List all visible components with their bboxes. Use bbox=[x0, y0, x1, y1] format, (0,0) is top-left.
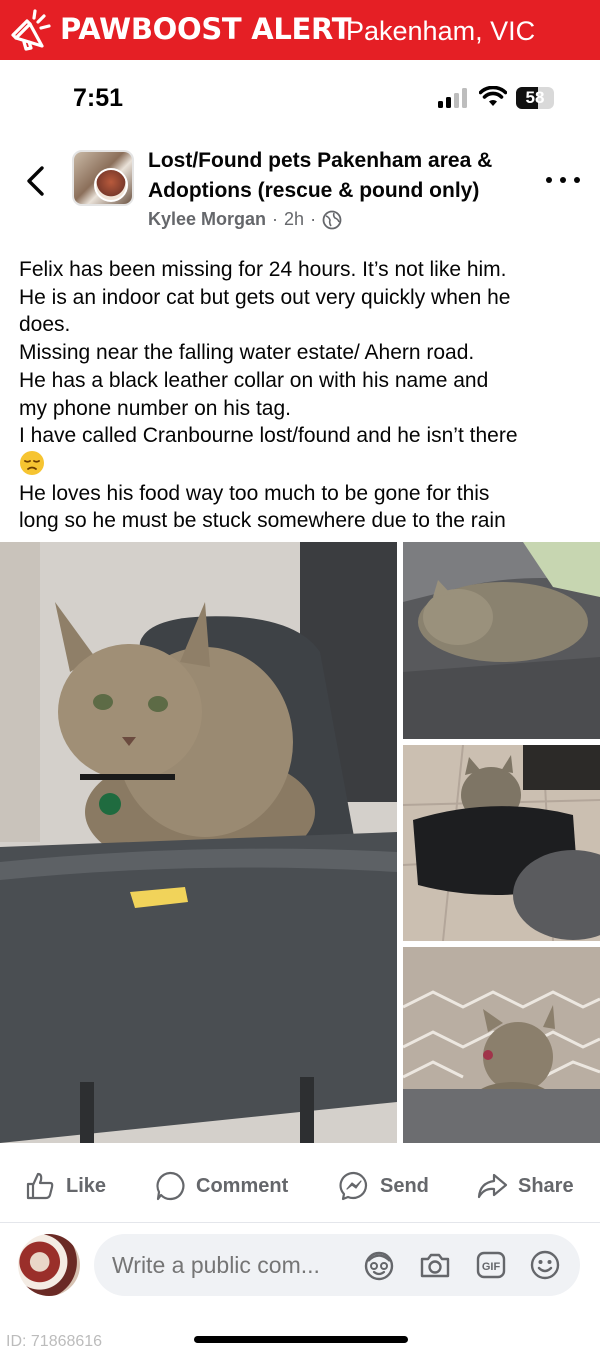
cat-in-bag-illustration bbox=[403, 745, 600, 941]
post-meta: Kylee Morgan · 2h · bbox=[148, 209, 342, 230]
battery-indicator: 58 bbox=[516, 87, 556, 109]
post-time[interactable]: 2h bbox=[284, 209, 304, 230]
meta-separator: · bbox=[272, 209, 279, 229]
post-line: long so he must be stuck somewhere due t… bbox=[19, 509, 506, 533]
battery-level: 58 bbox=[525, 88, 545, 107]
group-avatar-secondary bbox=[94, 168, 128, 202]
comment-button[interactable]: Comment bbox=[154, 1170, 288, 1202]
dot bbox=[546, 177, 552, 183]
group-name-line1: Lost/Found pets Pakenham area & bbox=[148, 149, 493, 172]
comment-input[interactable] bbox=[112, 1234, 342, 1296]
home-indicator[interactable] bbox=[194, 1336, 408, 1343]
alert-title: PAWBOOST ALERT bbox=[60, 12, 352, 46]
post-line: does. bbox=[19, 313, 71, 337]
share-arrow-icon bbox=[477, 1173, 508, 1199]
messenger-icon bbox=[339, 1171, 368, 1201]
cat-sleeping-illustration bbox=[403, 542, 600, 739]
meta-separator: · bbox=[310, 209, 317, 229]
avatar-sticker-icon[interactable] bbox=[362, 1248, 396, 1282]
post-actions: Like Comment Send Share bbox=[0, 1162, 600, 1212]
alert-location: Pakenham, VIC bbox=[346, 16, 536, 46]
wifi-icon bbox=[479, 86, 507, 106]
thumbs-up-icon bbox=[26, 1172, 54, 1200]
divider bbox=[0, 1222, 600, 1223]
battery-body: 58 bbox=[516, 87, 554, 109]
like-label: Like bbox=[66, 1174, 107, 1197]
gif-icon[interactable]: GIF bbox=[474, 1248, 508, 1282]
cellular-signal-icon bbox=[438, 88, 467, 108]
share-label: Share bbox=[518, 1174, 574, 1197]
post-author[interactable]: Kylee Morgan bbox=[148, 209, 266, 230]
group-name[interactable]: Lost/Found pets Pakenham area & Adoption… bbox=[148, 146, 538, 206]
group-avatar[interactable] bbox=[72, 150, 134, 206]
back-chevron-icon[interactable] bbox=[24, 164, 48, 198]
photo-cat-in-bag[interactable] bbox=[403, 745, 600, 941]
camera-icon[interactable] bbox=[418, 1248, 452, 1282]
send-button[interactable]: Send bbox=[338, 1170, 429, 1202]
comment-bubble-icon bbox=[156, 1171, 185, 1201]
svg-text:GIF: GIF bbox=[482, 1261, 501, 1273]
more-options-button[interactable] bbox=[546, 170, 580, 190]
emoji-icon[interactable] bbox=[528, 1248, 562, 1282]
post-line: He loves his food way too much to be gon… bbox=[19, 481, 490, 505]
listing-id: ID: 71868616 bbox=[6, 1333, 103, 1350]
photo-cat-on-rug[interactable] bbox=[403, 947, 600, 1143]
megaphone-icon bbox=[11, 9, 51, 51]
post-line: my phone number on his tag. bbox=[19, 396, 291, 420]
post-line: Missing near the falling water estate/ A… bbox=[19, 341, 475, 365]
comment-composer: GIF bbox=[94, 1234, 580, 1296]
like-button[interactable]: Like bbox=[24, 1170, 106, 1202]
globe-icon bbox=[322, 210, 342, 229]
send-label: Send bbox=[380, 1174, 429, 1197]
status-time: 7:51 bbox=[73, 84, 124, 112]
photo-cat-sleeping-couch[interactable] bbox=[403, 542, 600, 739]
cat-on-rug-illustration bbox=[403, 947, 600, 1143]
photo-cat-high-chair[interactable] bbox=[0, 542, 397, 1143]
post-line: He has a black leather collar on with hi… bbox=[19, 368, 489, 392]
share-button[interactable]: Share bbox=[476, 1170, 574, 1202]
sad-face-emoji-icon bbox=[20, 450, 44, 475]
user-avatar[interactable] bbox=[18, 1234, 80, 1296]
dot bbox=[574, 177, 580, 183]
pawboost-alert-banner: PAWBOOST ALERT Pakenham, VIC bbox=[0, 0, 600, 60]
post-line: I have called Cranbourne lost/found and … bbox=[19, 424, 518, 448]
post-line: He is an indoor cat but gets out very qu… bbox=[19, 285, 511, 309]
dot bbox=[560, 177, 566, 183]
post-text: Felix has been missing for 24 hours. It’… bbox=[19, 256, 589, 535]
group-name-line2: Adoptions (rescue & pound only) bbox=[148, 179, 480, 202]
cat-high-chair-illustration bbox=[0, 542, 397, 1143]
comment-label: Comment bbox=[196, 1174, 289, 1197]
post-line: Felix has been missing for 24 hours. It’… bbox=[19, 258, 507, 281]
post-line-emoji bbox=[19, 450, 589, 480]
